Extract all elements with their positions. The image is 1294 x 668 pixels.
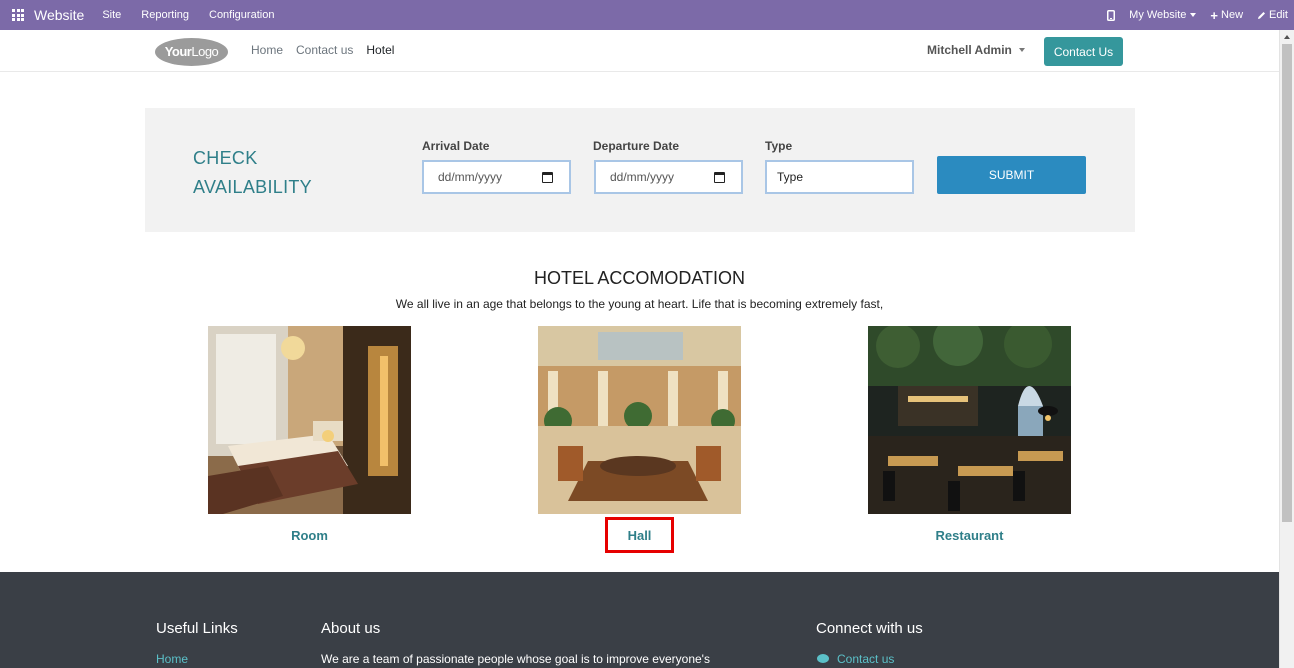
user-name: Mitchell Admin [927,43,1012,57]
availability-title-line1: CHECK [193,148,258,168]
availability-title-line2: AVAILABILITY [193,177,312,197]
site-header: YourLogo Home Contact us Hotel Mitchell … [0,30,1279,72]
footer-home-link[interactable]: Home [156,652,188,666]
logo-text: Logo [191,44,219,59]
pencil-icon [1258,11,1266,19]
footer-contact-link[interactable]: Contact us [837,652,894,666]
chevron-down-icon [1018,48,1025,52]
restaurant-image[interactable] [868,326,1071,514]
scroll-up-icon[interactable] [1284,35,1290,39]
type-label: Type [765,139,793,153]
accommodation-subtitle: We all live in an age that belongs to th… [395,297,884,311]
departure-date-input[interactable]: dd/mm/yyyy [594,160,743,194]
arrival-date-placeholder: dd/mm/yyyy [438,170,503,184]
mobile-preview-icon[interactable] [1107,9,1116,21]
admin-brand[interactable]: Website [34,7,84,23]
calendar-icon[interactable] [714,172,725,183]
site-footer: Useful Links Home About us We are a team… [0,572,1279,668]
menu-configuration[interactable]: Configuration [209,9,274,21]
connect-title: Connect with us [816,620,923,637]
scrollbar-thumb[interactable] [1282,44,1292,522]
accommodation-title: HOTEL ACCOMODATION [533,268,746,288]
main-nav: Home Contact us Hotel [251,43,407,57]
chat-bubble-icon [817,654,829,663]
new-button[interactable]: + New [1210,8,1243,23]
useful-links-title: Useful Links [156,620,238,637]
room-link[interactable]: Room [208,528,411,543]
admin-bar: Website Site Reporting Configuration My … [0,0,1294,30]
type-input[interactable]: Type [765,160,914,194]
about-us-title: About us [321,620,381,637]
apps-grid-icon[interactable] [12,9,24,21]
restaurant-link[interactable]: Restaurant [868,528,1071,543]
nav-home[interactable]: Home [251,43,283,57]
chevron-down-icon [1190,13,1197,17]
my-website-label: My Website [1129,9,1187,21]
highlight-box [605,517,674,553]
user-menu[interactable]: Mitchell Admin [927,43,1025,57]
logo-text-bold: Your [164,44,192,59]
page-scrollbar[interactable] [1279,30,1294,668]
type-placeholder: Type [777,170,804,184]
room-image[interactable] [208,326,411,514]
contact-us-button[interactable]: Contact Us [1044,37,1123,66]
new-label: New [1221,9,1244,21]
edit-label: Edit [1269,9,1288,21]
hall-image[interactable] [538,326,741,514]
my-website-dropdown[interactable]: My Website [1129,9,1197,21]
submit-button[interactable]: SUBMIT [937,156,1086,194]
about-us-text: We are a team of passionate people whose… [321,652,710,666]
site-logo[interactable]: YourLogo [155,38,228,66]
plus-icon: + [1210,7,1219,23]
menu-site[interactable]: Site [102,9,121,21]
nav-contact-us[interactable]: Contact us [296,43,353,57]
arrival-date-label: Arrival Date [422,139,490,153]
edit-button[interactable]: Edit [1257,9,1288,21]
departure-date-placeholder: dd/mm/yyyy [610,170,675,184]
departure-date-label: Departure Date [593,139,680,153]
availability-title: CHECK AVAILABILITY [193,144,312,202]
check-availability-panel: CHECK AVAILABILITY Arrival Date dd/mm/yy… [145,108,1135,232]
arrival-date-input[interactable]: dd/mm/yyyy [422,160,571,194]
nav-hotel[interactable]: Hotel [366,43,394,57]
menu-reporting[interactable]: Reporting [141,9,189,21]
calendar-icon[interactable] [542,172,553,183]
